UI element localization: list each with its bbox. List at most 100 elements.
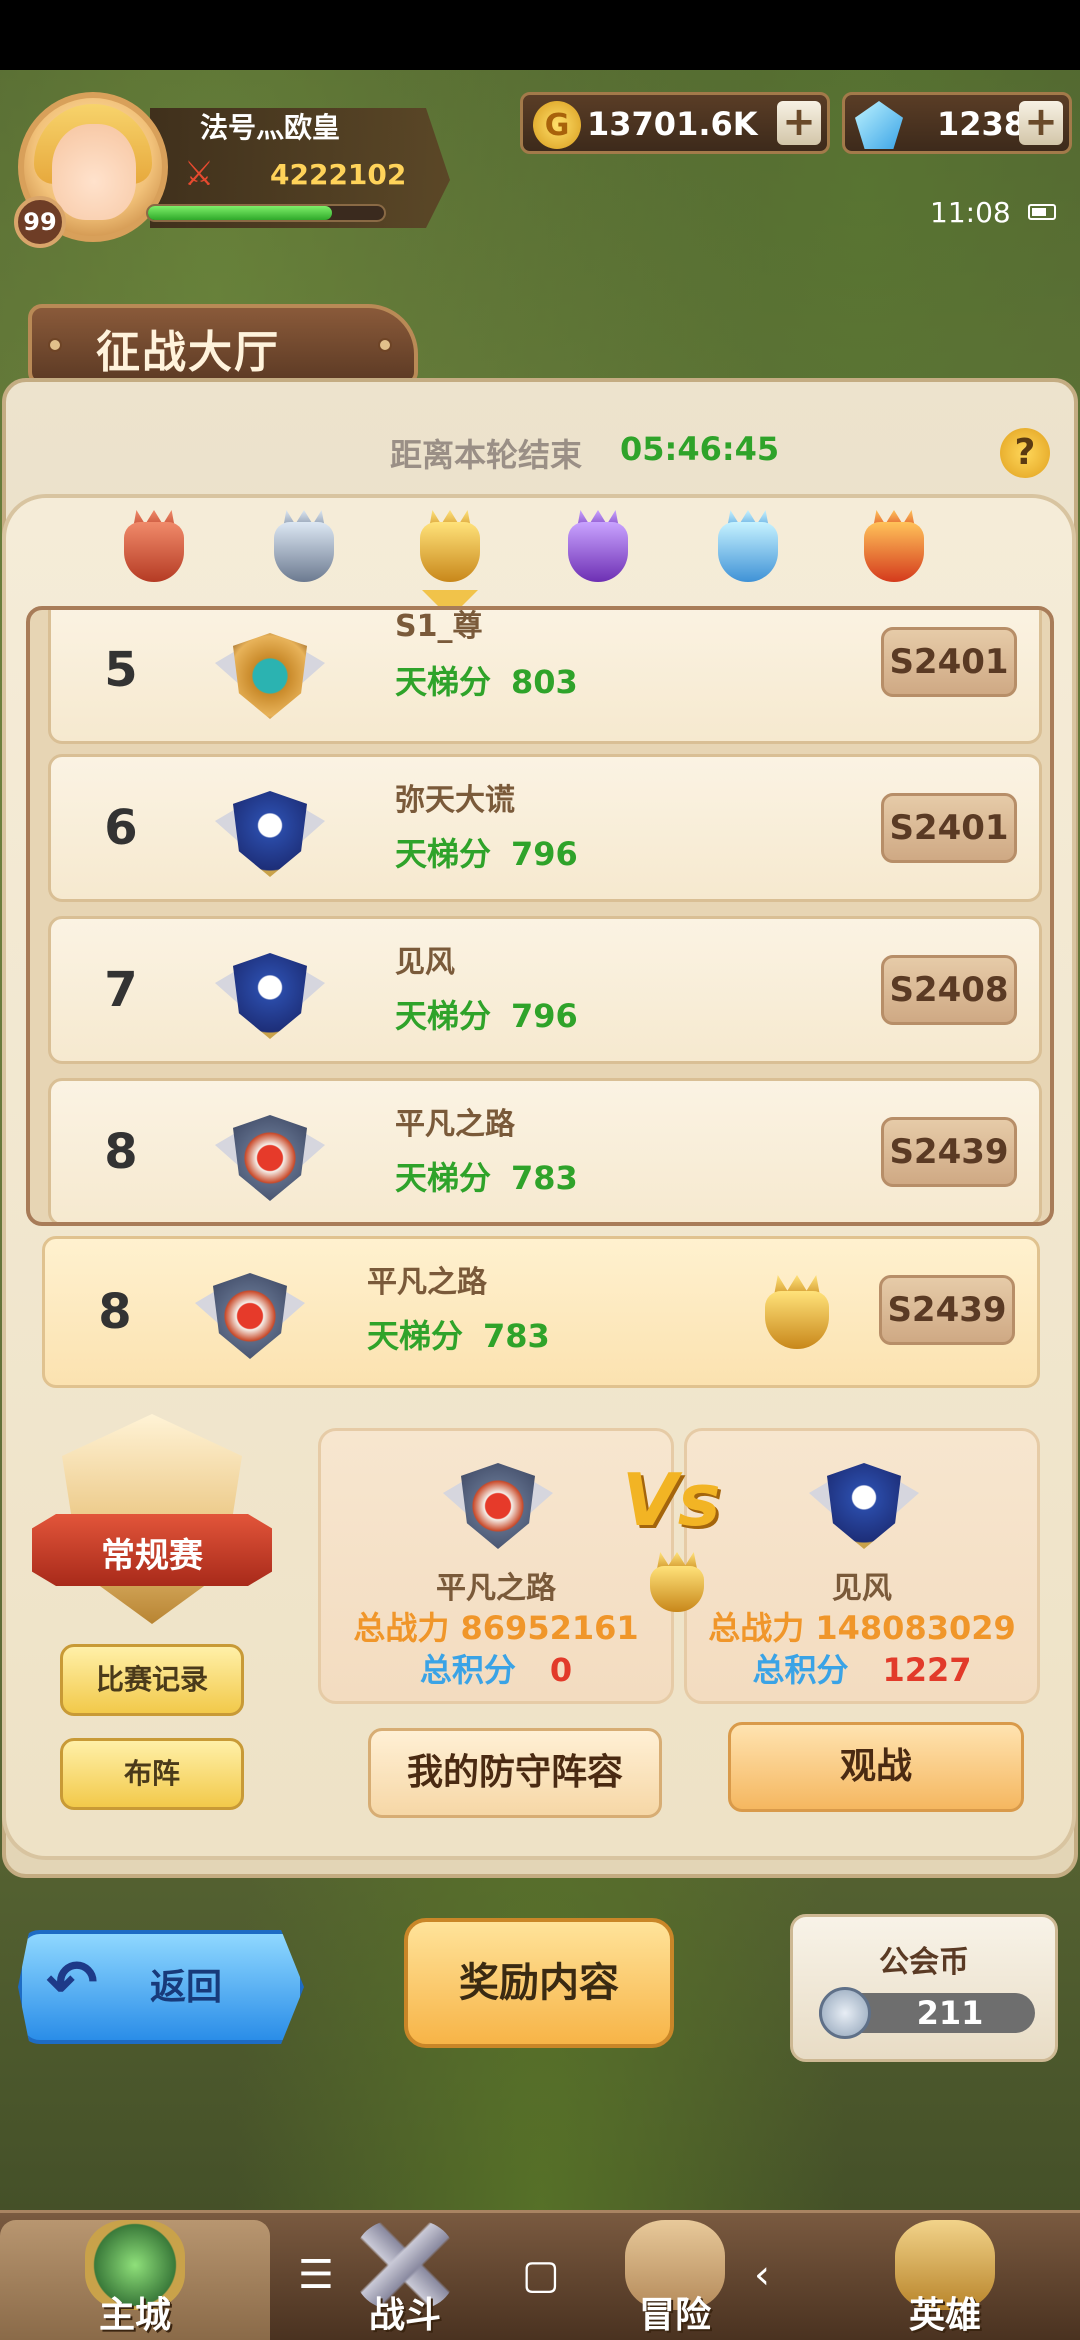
server-tag: S2401 xyxy=(881,793,1017,863)
ladder-score-value: 803 xyxy=(511,663,578,701)
my-team-card: 平凡之路 总战力 86952161 总积分 0 xyxy=(318,1428,674,1704)
ladder-score-value: 783 xyxy=(511,1159,578,1197)
help-button[interactable]: ? xyxy=(1000,428,1050,478)
coin-counter: G 13701.6K + xyxy=(520,92,830,154)
trophy-cup xyxy=(765,1291,829,1349)
trophy-cup xyxy=(568,522,628,582)
my-rank-number: 8 xyxy=(98,1284,132,1340)
opponent-team-score: 总积分 1227 xyxy=(687,1645,1037,1691)
guild-coin-panel: 公会币 211 xyxy=(790,1914,1058,2062)
ranking-player-name: 弥天大谎 xyxy=(395,783,515,818)
shield xyxy=(827,1463,901,1549)
tier-tab-purple[interactable] xyxy=(562,508,634,590)
tier-tab-silver[interactable] xyxy=(268,508,340,590)
red-crest-icon xyxy=(215,1095,325,1213)
ranking-player-name: S1_尊 xyxy=(395,609,483,644)
menu-icon[interactable]: ☰ xyxy=(298,2252,334,2298)
ladder-score-value: 783 xyxy=(483,1317,550,1355)
server-tag: S2408 xyxy=(881,955,1017,1025)
crossed-swords-icon: ⚔ xyxy=(183,154,215,194)
rank-number: 8 xyxy=(104,1124,138,1180)
gold-coin-icon: G xyxy=(533,101,581,149)
ladder-score: 天梯分 783 xyxy=(395,1153,578,1199)
score-label: 总积分 xyxy=(419,1651,516,1689)
tier-tab-bronze[interactable] xyxy=(118,508,190,590)
opponent-team-power: 总战力 148083029 xyxy=(687,1603,1037,1649)
ranking-player-name: 平凡之路 xyxy=(395,1107,515,1142)
trophy-cup xyxy=(864,522,924,582)
nav-label: 英雄 xyxy=(908,2295,981,2336)
round-timer-label: 距离本轮结束 xyxy=(390,436,583,474)
blue-crest-icon xyxy=(215,771,325,889)
my-team-name: 平凡之路 xyxy=(436,1571,556,1606)
watch-battle-button[interactable]: 观战 xyxy=(728,1722,1024,1812)
match-record-button[interactable]: 比赛记录 xyxy=(60,1644,244,1716)
trophy-cup xyxy=(274,522,334,582)
server-tag: S2439 xyxy=(881,1117,1017,1187)
vs-icon: Vs xyxy=(622,1458,721,1542)
gold-trophy-icon xyxy=(644,1548,710,1618)
trophy-cup xyxy=(420,522,480,582)
nav-tab-main-city[interactable]: 主城 xyxy=(0,2220,270,2340)
tier-tab-gold[interactable] xyxy=(414,508,486,590)
power-label: 总战力 xyxy=(708,1609,805,1647)
player-name: 法号灬欧皇 xyxy=(200,111,341,144)
battery-icon xyxy=(1028,204,1056,220)
power-label: 总战力 xyxy=(353,1609,450,1647)
shield xyxy=(461,1463,535,1549)
score-value: 0 xyxy=(549,1651,573,1689)
ranking-list[interactable]: 5 S1_尊 天梯分 803 S2401 6 弥天大谎 天梯分 796 S2401 … xyxy=(26,606,1054,1226)
ladder-score-label: 天梯分 xyxy=(395,835,492,873)
ranking-row[interactable]: 5 S1_尊 天梯分 803 S2401 xyxy=(48,609,1042,744)
my-ranking-row[interactable]: 8 平凡之路 天梯分 783 S2439 xyxy=(42,1236,1040,1388)
gem-counter: 1238 + xyxy=(842,92,1072,154)
score-label: 总积分 xyxy=(752,1651,849,1689)
guild-coin-bar: 211 xyxy=(819,1987,1035,2039)
ladder-score-label: 天梯分 xyxy=(395,1159,492,1197)
shield xyxy=(213,1273,287,1359)
red-crest-icon xyxy=(195,1253,305,1371)
xp-bar xyxy=(146,204,386,222)
ladder-score-label: 天梯分 xyxy=(395,663,492,701)
blue-crest-icon xyxy=(215,933,325,1051)
tier-tab-diamond[interactable] xyxy=(712,508,784,590)
ranking-row[interactable]: 6 弥天大谎 天梯分 796 S2401 xyxy=(48,754,1042,902)
avatar-face xyxy=(52,124,136,220)
level-badge: 99 xyxy=(14,196,66,248)
shield xyxy=(233,1115,307,1201)
rivet-icon xyxy=(378,338,392,352)
shield xyxy=(233,953,307,1039)
round-timer-value: 05:46:45 xyxy=(620,430,780,468)
system-back-icon[interactable]: ‹ xyxy=(754,2252,770,2298)
my-team-power: 总战力 86952161 xyxy=(321,1603,671,1649)
reward-content-button[interactable]: 奖励内容 xyxy=(404,1918,674,2048)
player-power: 4222102 xyxy=(270,158,407,191)
my-ladder-score: 天梯分 783 xyxy=(367,1311,550,1357)
guild-coin-title: 公会币 xyxy=(879,1945,969,1980)
nav-tab-heroes[interactable]: 英雄 xyxy=(810,2220,1080,2340)
tier-tab-flame[interactable] xyxy=(858,508,930,590)
my-player-name: 平凡之路 xyxy=(367,1265,487,1300)
rivet-icon xyxy=(48,338,62,352)
xp-bar-fill xyxy=(148,206,333,220)
ranking-row[interactable]: 7 见风 天梯分 796 S2408 xyxy=(48,916,1042,1064)
ranking-row[interactable]: 8 平凡之路 天梯分 783 S2439 xyxy=(48,1078,1042,1222)
page-title: 征战大厅 xyxy=(96,327,280,378)
add-coins-button[interactable]: + xyxy=(777,101,821,145)
gold-trophy-icon xyxy=(755,1271,839,1357)
my-team-score: 总积分 0 xyxy=(321,1645,671,1691)
ladder-score: 天梯分 796 xyxy=(395,991,578,1037)
opponent-team-name: 见风 xyxy=(832,1571,892,1606)
red-crest-icon xyxy=(443,1443,553,1561)
add-gems-button[interactable]: + xyxy=(1019,101,1063,145)
guild-coin-value: 211 xyxy=(916,1994,984,2032)
blue-crest-icon xyxy=(809,1443,919,1561)
home-icon[interactable]: ▢ xyxy=(522,2252,560,2298)
trophy-cup xyxy=(718,522,778,582)
diamond-icon xyxy=(855,101,903,149)
my-defense-lineup-button[interactable]: 我的防守阵容 xyxy=(368,1728,662,1818)
clock: 11:08 xyxy=(930,196,1011,229)
score-value: 1227 xyxy=(882,1651,972,1689)
lineup-button[interactable]: 布阵 xyxy=(60,1738,244,1810)
back-arrow-icon: ↶ xyxy=(46,1946,98,2019)
